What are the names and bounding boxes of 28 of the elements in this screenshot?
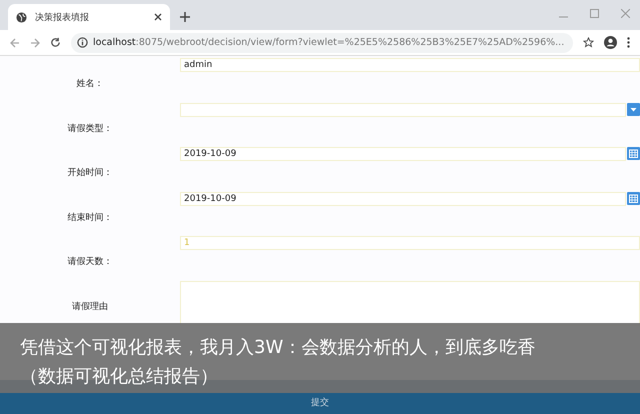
textarea-field[interactable] [180, 280, 640, 326]
globe-icon [16, 12, 27, 22]
field-label: 请假理由 [71, 300, 109, 312]
calendar-icon[interactable] [627, 147, 640, 160]
star-icon[interactable] [583, 37, 594, 48]
tab-title: 决策报表填报 [35, 12, 90, 24]
menu-icon[interactable] [627, 37, 630, 48]
field-label: 姓名： [76, 78, 104, 90]
date-field[interactable]: 2019-10-09 [180, 192, 626, 206]
back-icon[interactable] [10, 38, 20, 48]
info-icon[interactable] [77, 37, 88, 48]
text-field[interactable]: admin [180, 58, 640, 72]
new-tab-icon[interactable] [180, 12, 190, 22]
reload-icon[interactable] [50, 37, 61, 48]
date-field[interactable]: 2019-10-09 [180, 147, 626, 161]
dropdown-field[interactable] [180, 102, 626, 116]
field-label: 结束时间： [66, 212, 114, 224]
calendar-icon[interactable] [627, 192, 640, 204]
field-label: 请假天数： [66, 256, 114, 268]
address-bar[interactable]: localhost:8075/webroot/decision/view/form?viewlet=%25E5%2586%25B3%25E7%25AD%2596%... [71, 32, 573, 52]
close-icon[interactable] [154, 13, 162, 21]
account-icon[interactable] [604, 36, 617, 49]
field-label: 请假类型： [66, 122, 114, 134]
browser-tab[interactable]: 决策报表填报 [8, 4, 170, 30]
field-label: 开始时间： [66, 166, 114, 179]
forward-icon[interactable] [30, 38, 40, 48]
maximize-icon[interactable] [590, 9, 599, 18]
url-text: localhost:8075/webroot/decision/view/form?viewlet=%25E5%2586%25B3%25E7%25AD%2596%... [93, 37, 564, 48]
